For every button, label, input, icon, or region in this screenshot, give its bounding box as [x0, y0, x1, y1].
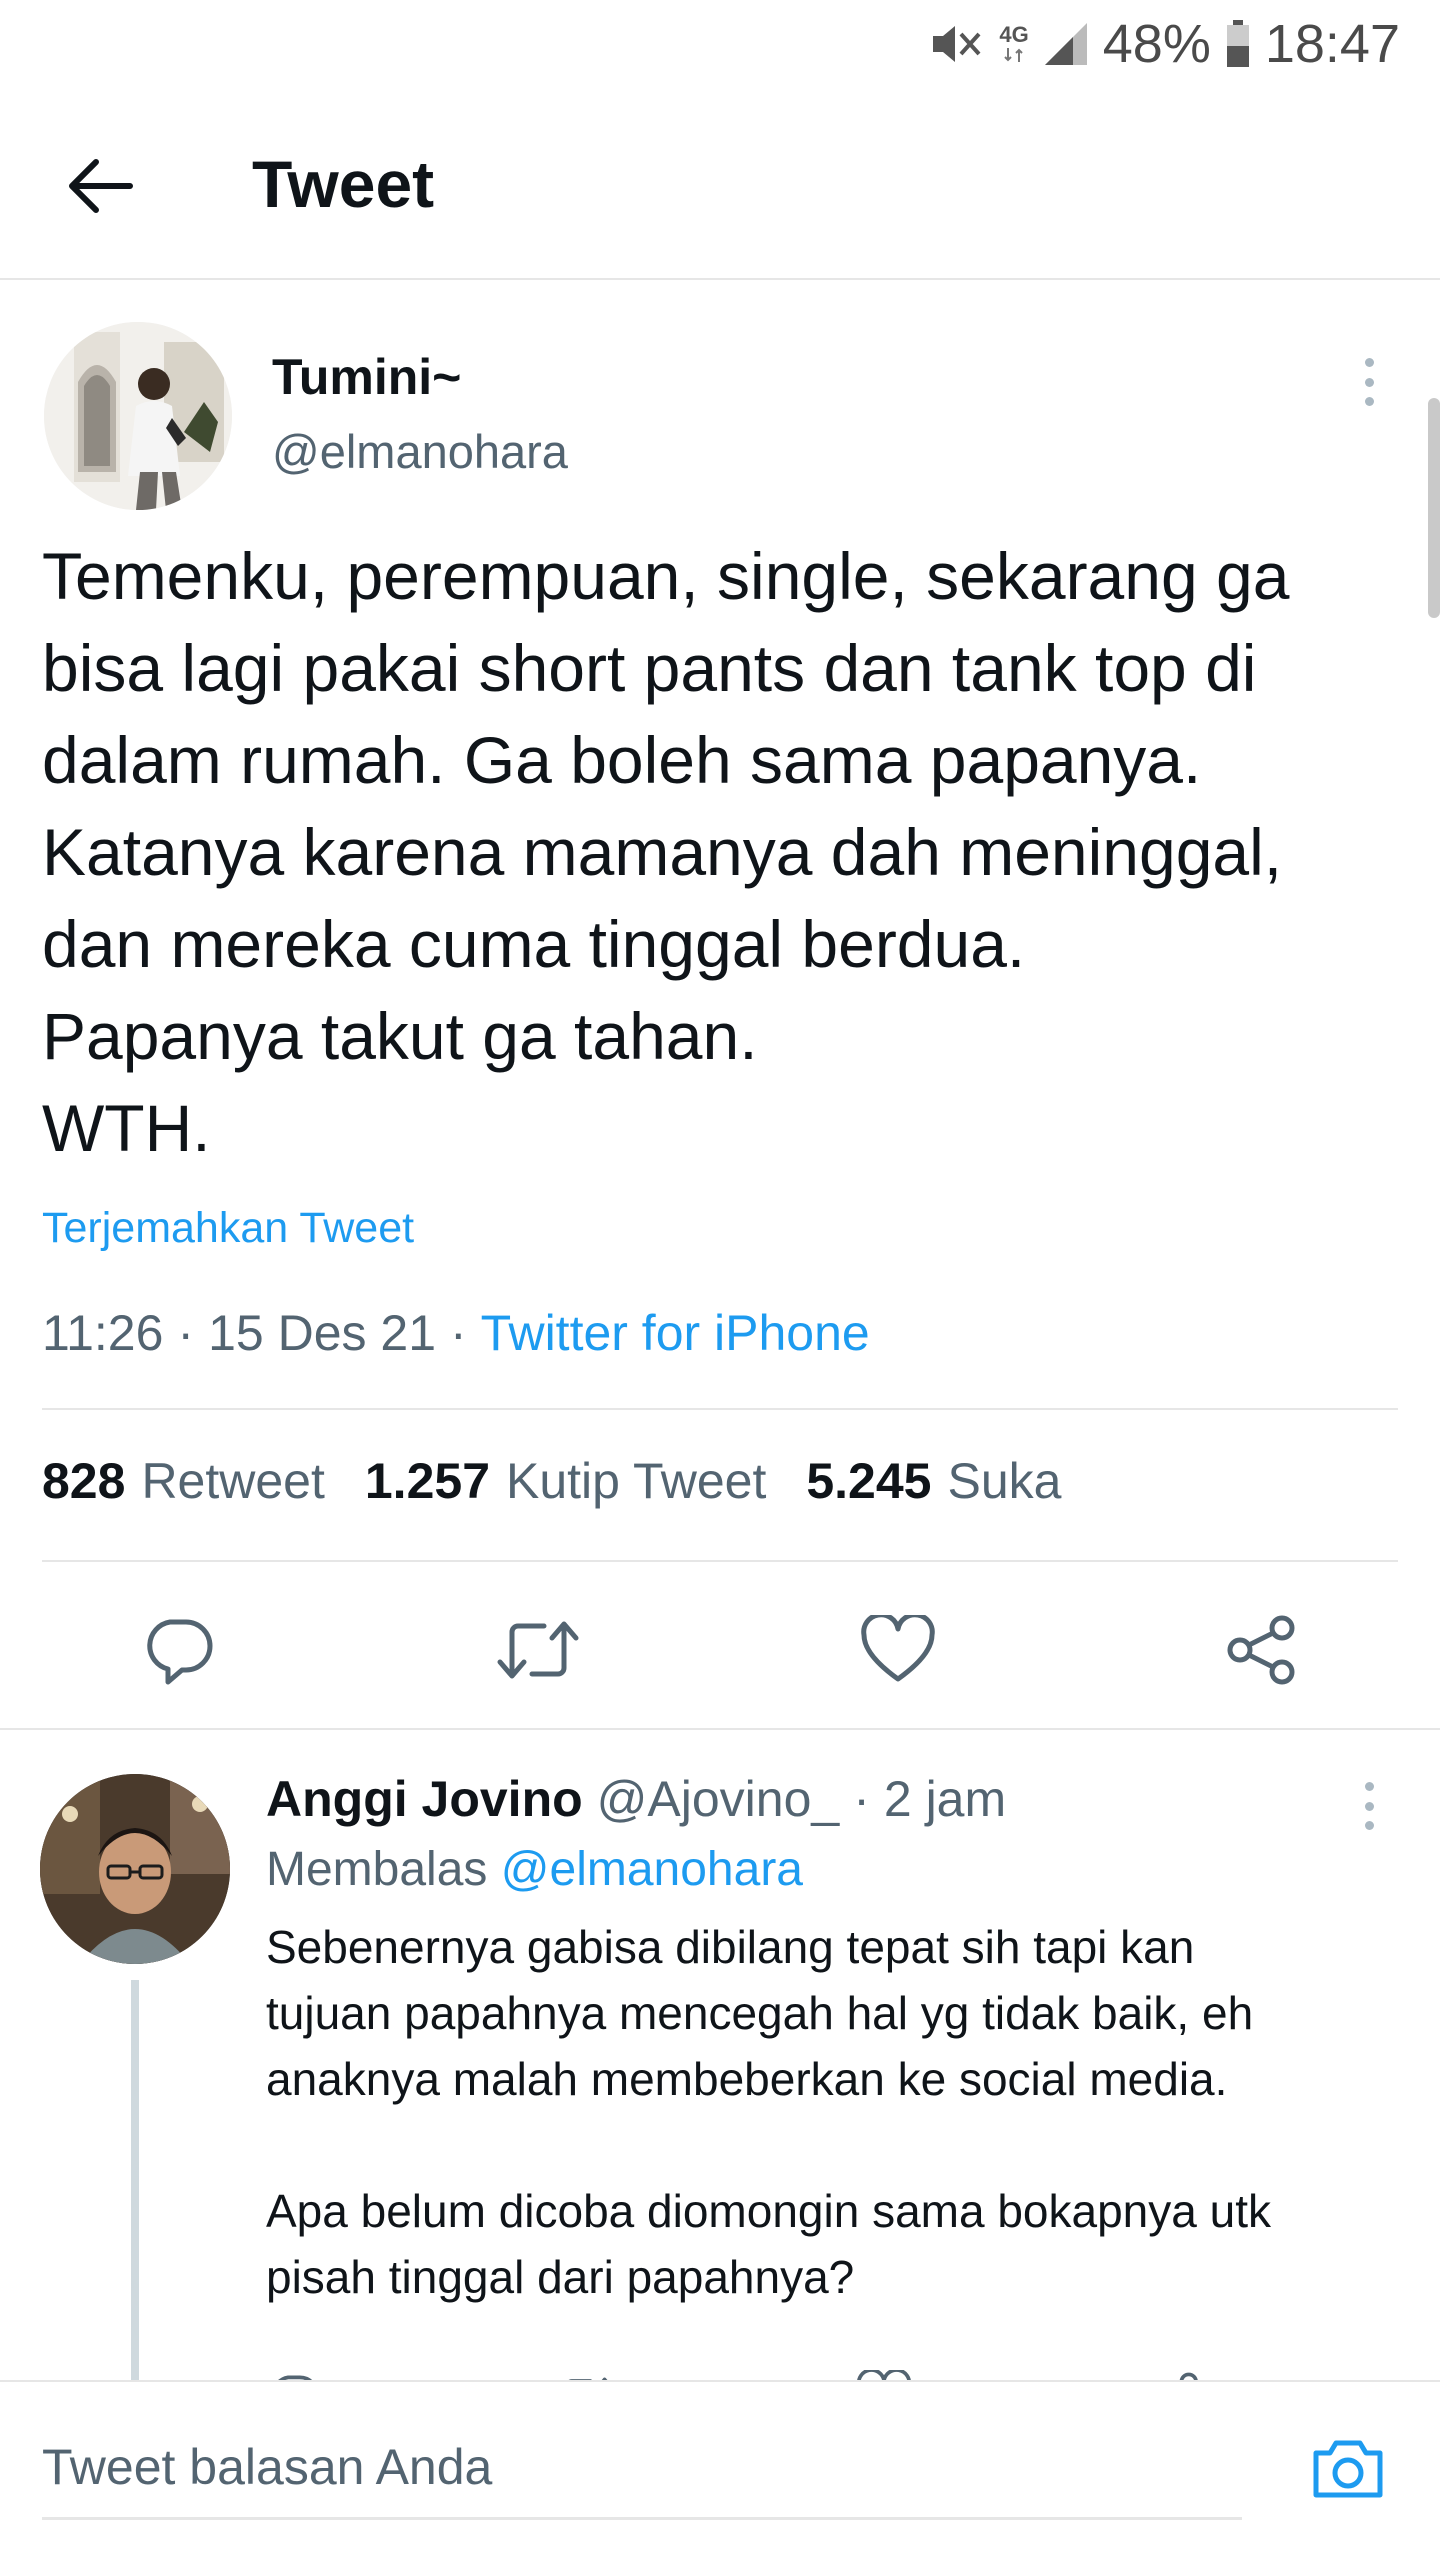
mute-icon	[929, 20, 985, 68]
more-dot	[1364, 1801, 1374, 1811]
quote-label: Kutip Tweet	[506, 1453, 767, 1509]
more-vertical-icon	[1364, 1782, 1374, 1791]
like-stat[interactable]: 5.245 Suka	[806, 1452, 1061, 1510]
tweet-source-link[interactable]: Twitter for iPhone	[481, 1304, 870, 1362]
more-dot	[1364, 1821, 1374, 1830]
thread-line	[131, 1980, 139, 2400]
back-button[interactable]	[58, 144, 142, 228]
reply-text: Sebenernya gabisa dibilang tepat sih tap…	[266, 1921, 1271, 2303]
retweet-button[interactable]	[488, 1600, 588, 1700]
battery-percent: 48%	[1102, 14, 1211, 74]
translate-link[interactable]: Terjemahkan Tweet	[42, 1204, 414, 1253]
meta-separator: ·	[177, 1305, 195, 1361]
compose-bar: Tweet balasan Anda	[0, 2380, 1440, 2560]
reply-header: Anggi Jovino @Ajovino_ · 2 jam	[266, 1770, 1006, 1828]
display-name[interactable]: Tumini~	[272, 348, 461, 406]
tweet-time: 11:26	[42, 1305, 164, 1361]
like-label: Suka	[947, 1453, 1062, 1509]
tweet-stats: 828 Retweet 1.257 Kutip Tweet 5.245 Suka	[42, 1452, 1061, 1510]
more-dot	[1364, 377, 1374, 387]
quote-count: 1.257	[364, 1453, 490, 1509]
page-title: Tweet	[252, 147, 435, 221]
signal-icon	[1043, 21, 1089, 67]
share-button[interactable]	[1212, 1600, 1312, 1700]
reply-input[interactable]: Tweet balasan Anda	[42, 2416, 1242, 2520]
user-handle[interactable]: @elmanohara	[272, 424, 568, 479]
tweet-meta: 11:26 · 15 Des 21 · Twitter for iPhone	[42, 1304, 870, 1362]
retweet-icon	[497, 1621, 579, 1679]
reply-handle[interactable]: @Ajovino_	[597, 1770, 840, 1828]
scrollbar[interactable]	[1428, 398, 1440, 618]
replying-to: Membalas @elmanohara	[266, 1842, 803, 1897]
quote-stat[interactable]: 1.257 Kutip Tweet	[365, 1452, 766, 1510]
tweet-actions	[0, 1600, 1440, 1700]
reply-icon	[147, 1619, 213, 1685]
tweet-text: Temenku, perempuan, single, sekarang ga …	[42, 539, 1290, 1165]
divider	[42, 1408, 1398, 1410]
reply-more-options-button[interactable]	[1354, 1776, 1384, 1836]
more-dot	[1364, 397, 1374, 406]
replying-to-mention[interactable]: @elmanohara	[501, 1843, 803, 1896]
status-bar: 4G 48% 18:47	[0, 0, 1440, 88]
network-type: 4G	[999, 22, 1029, 47]
arrow-left-icon	[69, 159, 133, 213]
heart-icon	[861, 1615, 935, 1682]
avatar[interactable]	[44, 322, 232, 510]
battery-icon	[1225, 20, 1251, 68]
reply-display-name[interactable]: Anggi Jovino	[266, 1770, 583, 1828]
reply-time: 2 jam	[883, 1771, 1007, 1827]
replying-prefix: Membalas	[266, 1843, 488, 1896]
network-indicator: 4G	[999, 22, 1029, 64]
more-options-button[interactable]	[1354, 352, 1384, 412]
clock: 18:47	[1264, 14, 1400, 74]
reply-separator: ·	[853, 1771, 870, 1827]
share-icon	[1227, 1615, 1295, 1685]
tweet-date: 15 Des 21	[208, 1305, 437, 1361]
divider	[42, 1560, 1398, 1562]
section-divider	[0, 1728, 1440, 1730]
reply-avatar[interactable]	[40, 1774, 230, 1964]
reply-button[interactable]	[128, 1600, 228, 1700]
camera-button[interactable]	[1300, 2420, 1396, 2516]
like-count: 5.245	[806, 1453, 932, 1509]
camera-icon	[1313, 2440, 1383, 2498]
like-button[interactable]	[848, 1600, 948, 1700]
status-icons: 4G 48% 18:47	[929, 14, 1400, 74]
retweet-stat[interactable]: 828 Retweet	[42, 1452, 325, 1510]
more-vertical-icon	[1364, 358, 1374, 367]
retweet-label: Retweet	[141, 1453, 325, 1509]
meta-separator: ·	[450, 1305, 467, 1361]
app-header: Tweet	[0, 88, 1440, 280]
retweet-count: 828	[42, 1453, 126, 1509]
